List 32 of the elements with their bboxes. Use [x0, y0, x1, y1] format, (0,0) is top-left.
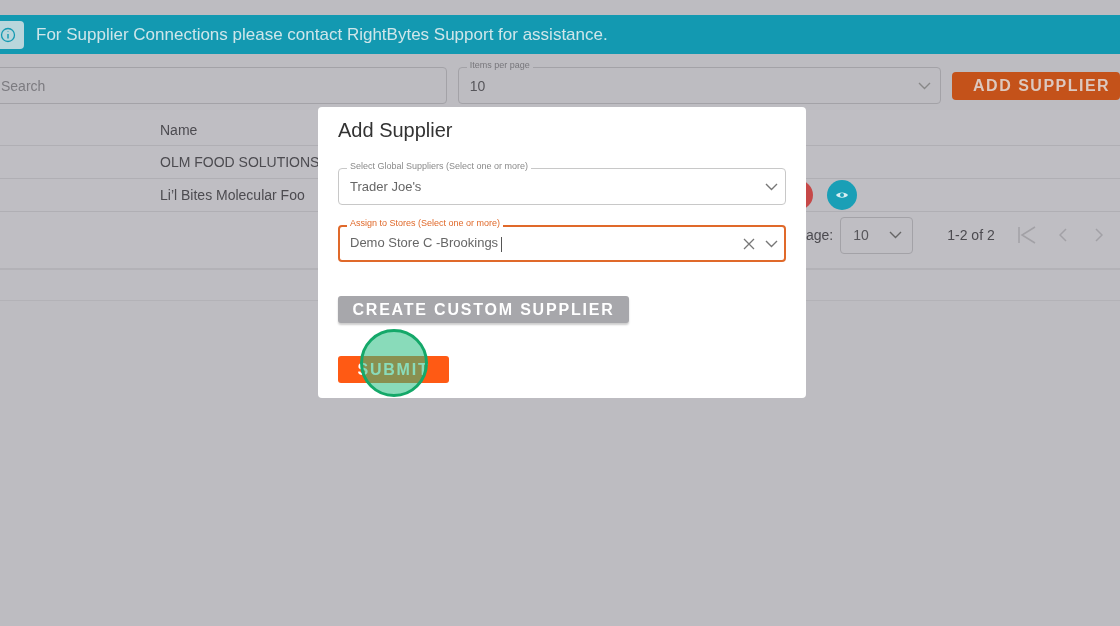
chevron-down-icon [765, 182, 778, 191]
table-cell: OLM FOOD SOLUTIONS [160, 154, 320, 170]
field-value: Demo Store C -Brookings [350, 235, 733, 252]
dialog-title: Add Supplier [338, 119, 454, 142]
select-field[interactable]: Select Global Suppliers (Select one or more) Trader Joe's [338, 161, 786, 205]
eye-icon [835, 190, 849, 200]
rows-per-page-select[interactable]: 10 [840, 216, 914, 254]
text-cursor [501, 236, 503, 252]
field-label: Select Global Suppliers (Select one or more) [347, 161, 532, 172]
first-page-icon[interactable] [1016, 226, 1037, 244]
rows-per-page-label: age: [806, 227, 834, 243]
column-header[interactable]: Name [160, 121, 198, 138]
field-label: Assign to Stores (Select one or more) [347, 218, 504, 229]
select-value: 10 [853, 227, 869, 243]
view-button[interactable] [827, 180, 857, 210]
search-field[interactable]: Search [0, 67, 447, 104]
add-supplier-button[interactable]: ADD SUPPLIER [952, 72, 1120, 100]
close-icon[interactable] [743, 237, 755, 250]
table-cell: Li’l Bites Molecular Foo [160, 187, 305, 203]
items-per-page-select[interactable]: Items per page 10 [457, 60, 942, 104]
page-range: 1-2 of 2 [947, 227, 995, 243]
banner-text: For Supplier Connections please contact RightBytes Support for assistance. [36, 24, 608, 45]
chevron-down-icon [889, 231, 903, 239]
previous-page-icon[interactable] [1058, 228, 1067, 242]
next-page-icon[interactable] [1094, 228, 1103, 242]
chevron-down-icon [918, 81, 932, 90]
select-label: Items per page [466, 60, 533, 71]
select-value: 10 [469, 77, 486, 94]
create-custom-supplier-button[interactable]: CREATE CUSTOM SUPPLIER [338, 296, 629, 323]
select-field[interactable]: Assign to Stores (Select one or more) Demo Store C -Brookings [338, 218, 786, 262]
field-value: Trader Joe's [350, 179, 423, 194]
chevron-down-icon [765, 239, 778, 248]
